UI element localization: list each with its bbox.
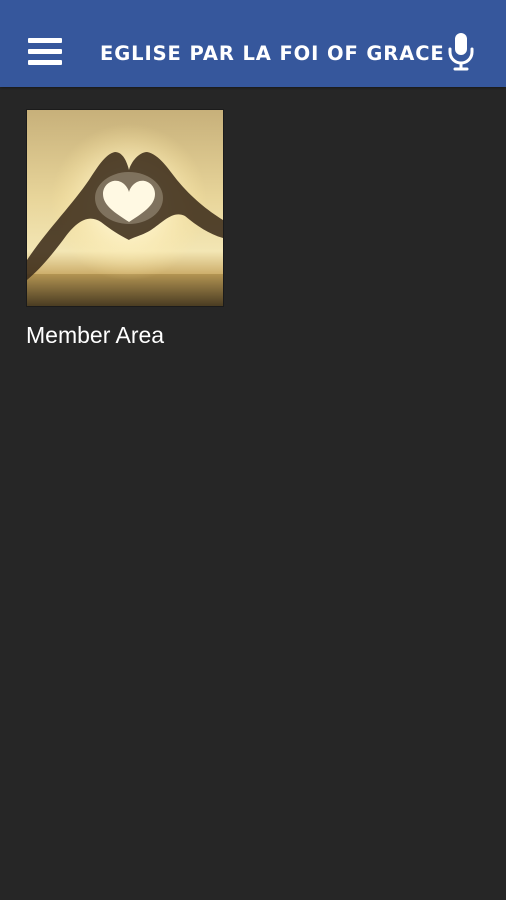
microphone-icon [448, 33, 474, 71]
app-title: EGLISE PAR LA FOI OF GRACE [100, 42, 445, 65]
top-app-bar: EGLISE PAR LA FOI OF GRACE [0, 0, 506, 87]
heart-hands-sunset-image [27, 110, 223, 306]
voice-search-button[interactable] [444, 30, 478, 72]
app-screen: EGLISE PAR LA FOI OF GRACE Member Area [0, 0, 506, 900]
member-area-tile[interactable]: Member Area [26, 109, 224, 349]
menu-button[interactable] [22, 30, 68, 70]
member-area-label: Member Area [26, 322, 165, 348]
member-area-image [26, 109, 224, 307]
